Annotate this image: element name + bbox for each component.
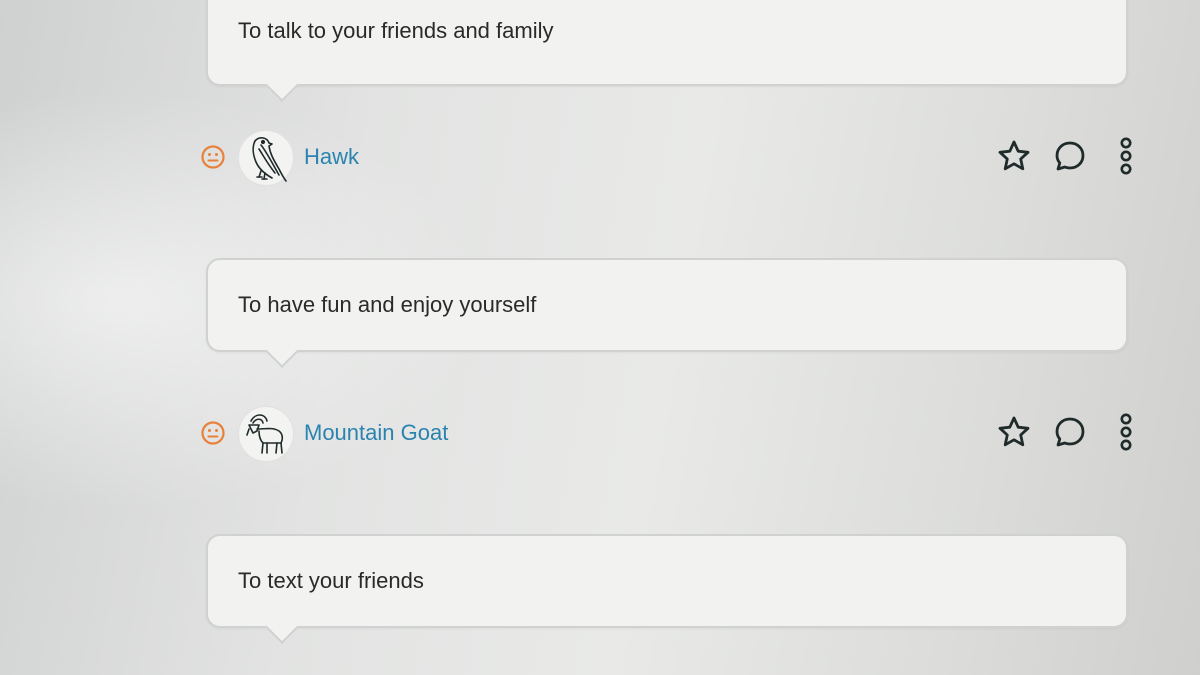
message-bubble: To text your friends bbox=[206, 534, 1128, 644]
message-bubble: To have fun and enjoy yourself bbox=[206, 258, 1128, 368]
more-vertical-icon[interactable] bbox=[1106, 412, 1146, 452]
bubble-tail bbox=[265, 610, 299, 644]
message-bubble: To talk to your friends and family bbox=[206, 0, 1128, 102]
username-link[interactable]: Hawk bbox=[304, 144, 359, 170]
avatar[interactable] bbox=[238, 130, 294, 186]
star-icon[interactable] bbox=[994, 136, 1034, 176]
username-link[interactable]: Mountain Goat bbox=[304, 420, 448, 446]
neutral-face-icon bbox=[200, 144, 226, 170]
answer-actions bbox=[978, 412, 1146, 452]
answer-author-row: Hawk bbox=[196, 128, 1146, 188]
bubble-tail bbox=[265, 334, 299, 368]
star-icon[interactable] bbox=[994, 412, 1034, 452]
bubble-tail bbox=[265, 68, 299, 102]
comment-icon[interactable] bbox=[1050, 136, 1090, 176]
neutral-face-icon bbox=[200, 420, 226, 446]
hawk-icon bbox=[252, 137, 287, 182]
avatar[interactable] bbox=[238, 406, 294, 462]
answer-actions bbox=[978, 136, 1146, 176]
comment-icon[interactable] bbox=[1050, 412, 1090, 452]
message-text: To talk to your friends and family bbox=[238, 18, 554, 43]
mountain-goat-icon bbox=[246, 414, 284, 454]
more-vertical-icon[interactable] bbox=[1106, 136, 1146, 176]
message-text: To have fun and enjoy yourself bbox=[238, 292, 537, 317]
message-text: To text your friends bbox=[238, 568, 424, 593]
answer-author-row: Mountain Goat bbox=[196, 404, 1146, 464]
